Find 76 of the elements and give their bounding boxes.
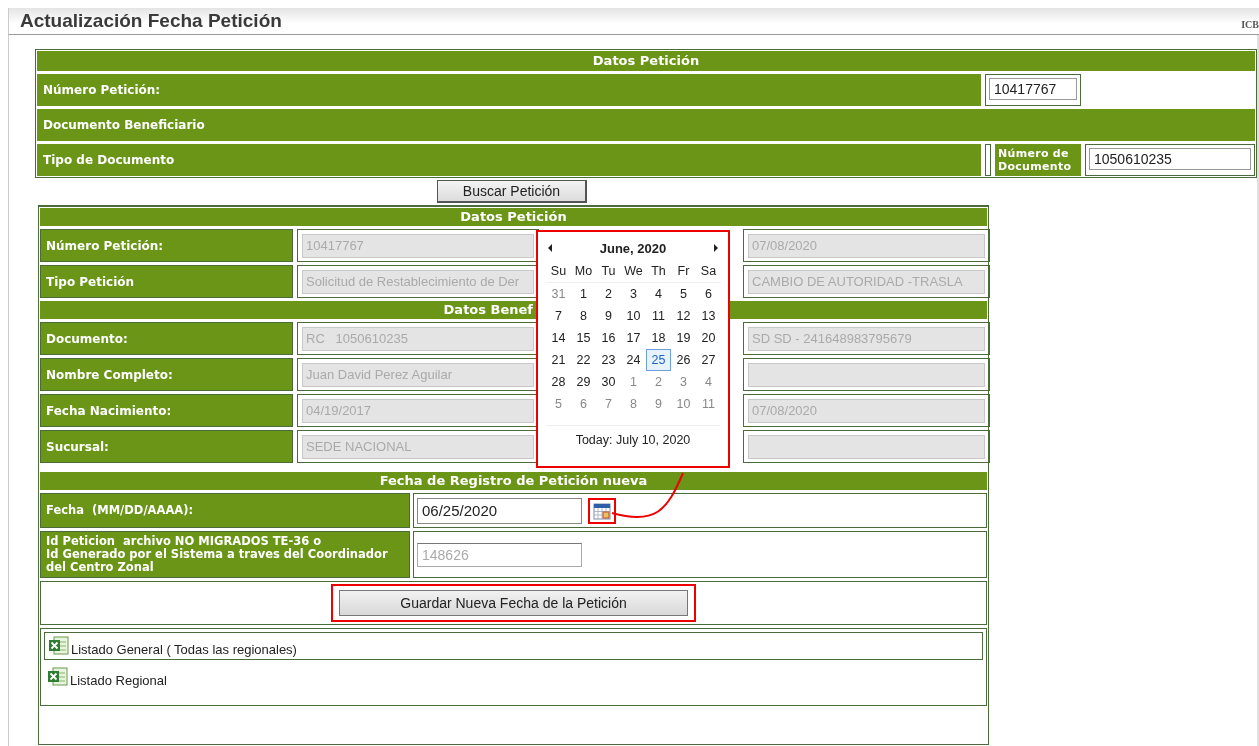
search-button[interactable]: Buscar Petición xyxy=(437,180,587,203)
calendar-day[interactable]: 9 xyxy=(646,393,671,415)
calendar-day[interactable]: 20 xyxy=(696,327,721,349)
weekday-label: Su xyxy=(546,260,571,283)
readonly-field: SD SD - 241648983795679 xyxy=(748,326,985,351)
readonly-field: RC 1050610235 xyxy=(302,326,534,351)
section-header: Datos Petición xyxy=(40,208,987,226)
calendar-day[interactable]: 7 xyxy=(596,393,621,415)
weekday-label: Fr xyxy=(671,260,696,283)
weekday-label: Sa xyxy=(696,260,721,283)
input-field[interactable]: 10417767 xyxy=(989,78,1077,100)
spreadsheet-icon xyxy=(47,666,69,688)
corner-label: ICB xyxy=(1241,18,1259,30)
readonly-field: 07/08/2020 xyxy=(748,398,985,423)
field-label: Número de Documento xyxy=(995,144,1081,176)
field-label: Sucursal: xyxy=(40,430,293,463)
field-label: Documento Beneficiario xyxy=(37,109,1255,141)
calendar-day[interactable]: 16 xyxy=(596,327,621,349)
calendar-day[interactable]: 27 xyxy=(696,349,721,371)
save-button[interactable]: Guardar Nueva Fecha de la Petición xyxy=(339,590,688,616)
weekday-label: Mo xyxy=(571,260,596,283)
calendar-icon[interactable] xyxy=(593,501,611,520)
weekday-label: We xyxy=(621,260,646,283)
download-link[interactable]: Listado General ( Todas las regionales) xyxy=(71,642,297,657)
weekday-label: Th xyxy=(646,260,671,283)
calendar-day[interactable]: 28 xyxy=(546,371,571,393)
section-header: Fecha de Registro de Petición nueva xyxy=(40,472,987,490)
next-month-icon[interactable] xyxy=(712,243,720,253)
calendar-day[interactable]: 18 xyxy=(646,327,671,349)
calendar-day[interactable]: 8 xyxy=(621,393,646,415)
field-label: Tipo de Documento xyxy=(37,144,981,176)
readonly-field: Juan David Perez Aguilar xyxy=(302,362,534,387)
readonly-field: SEDE NACIONAL xyxy=(302,434,534,459)
field-label: Fecha (MM/DD/AAAA): xyxy=(40,493,410,528)
calendar-day[interactable]: 10 xyxy=(671,393,696,415)
calendar-day[interactable]: 14 xyxy=(546,327,571,349)
calendar-day[interactable]: 11 xyxy=(696,393,721,415)
calendar-day[interactable]: 3 xyxy=(671,371,696,393)
calendar-day[interactable]: 24 xyxy=(621,349,646,371)
field-label: Número Petición: xyxy=(40,229,293,262)
month-title: June, 2020 xyxy=(599,240,667,256)
date-input[interactable]: 06/25/2020 xyxy=(417,497,582,524)
readonly-field: Solicitud de Restablecimiento de Der xyxy=(302,269,534,294)
calendar-day[interactable]: 23 xyxy=(596,349,621,371)
calendar-day[interactable]: 19 xyxy=(671,327,696,349)
previous-month-icon[interactable] xyxy=(546,243,554,253)
spreadsheet-icon xyxy=(48,635,70,657)
calendar-day[interactable]: 17 xyxy=(621,327,646,349)
calendar-day[interactable]: 6 xyxy=(571,393,596,415)
section-header: Datos Petición xyxy=(37,51,1255,71)
today-link[interactable]: Today: July 10, 2020 xyxy=(546,425,720,454)
calendar-day[interactable]: 22 xyxy=(571,349,596,371)
readonly-field: CAMBIO DE AUTORIDAD -TRASLA xyxy=(748,269,985,294)
field-label: Nombre Completo: xyxy=(40,358,293,391)
calendar-day[interactable]: 30 xyxy=(596,371,621,393)
calendar-day[interactable]: 25 xyxy=(646,349,671,371)
input-field[interactable]: 1050610235 xyxy=(1089,148,1251,170)
field-label: Documento: xyxy=(40,322,293,355)
calendar-day[interactable]: 4 xyxy=(696,371,721,393)
calendar-day[interactable]: 26 xyxy=(671,349,696,371)
readonly-field: 04/19/2017 xyxy=(302,398,534,423)
calendar-day[interactable]: 15 xyxy=(571,327,596,349)
field-label: Tipo Petición xyxy=(40,265,293,298)
download-link[interactable]: Listado Regional xyxy=(70,673,167,688)
calendar-day[interactable]: 5 xyxy=(546,393,571,415)
calendar-day[interactable]: 2 xyxy=(646,371,671,393)
page-title: Actualización Fecha Petición xyxy=(19,10,282,32)
calendar-day[interactable]: 21 xyxy=(546,349,571,371)
field-label: Fecha Nacimiento: xyxy=(40,394,293,427)
readonly-field: 10417767 xyxy=(302,233,534,258)
readonly-field: 07/08/2020 xyxy=(748,233,985,258)
calendar-day[interactable]: 1 xyxy=(621,371,646,393)
calendar-day[interactable]: 29 xyxy=(571,371,596,393)
field-label: Id Peticion archivo NO MIGRADOS TE-36 o Id Generado por el Sistema a traves del Coordinador del Centro Zonal xyxy=(40,531,410,578)
field-label: Número Petición: xyxy=(37,74,981,106)
weekday-label: Tu xyxy=(596,260,621,283)
